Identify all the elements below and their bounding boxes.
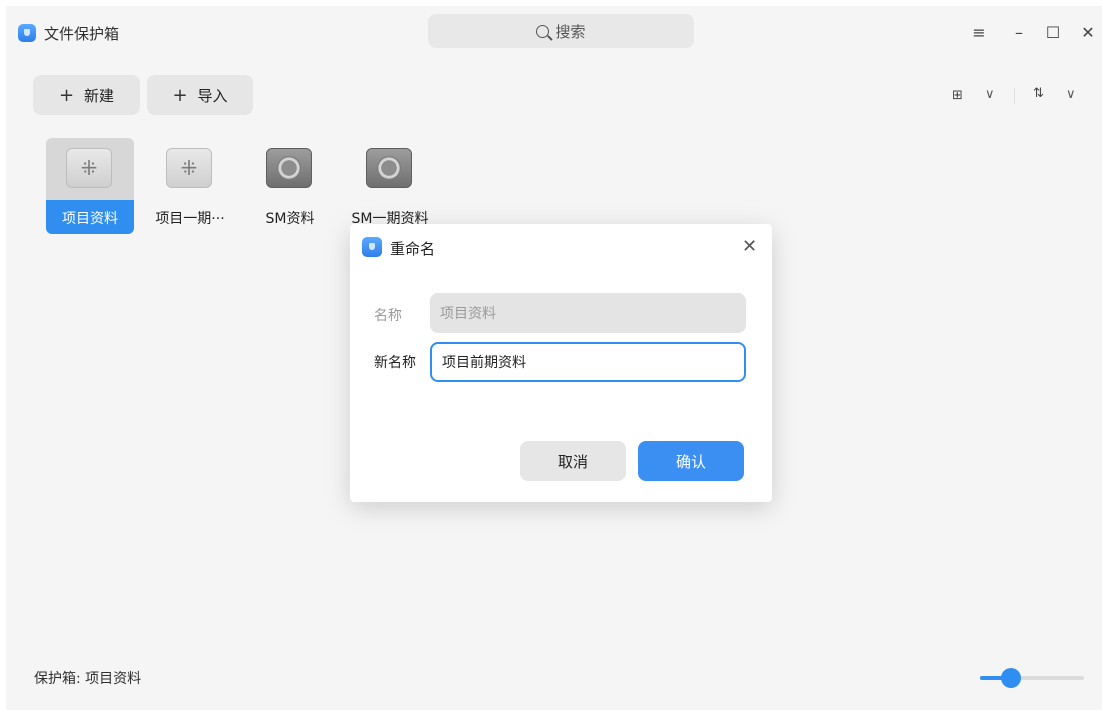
close-window-icon[interactable]: ✕	[1078, 23, 1098, 42]
import-vault-button[interactable]: + 导入	[147, 75, 253, 115]
grid-icon[interactable]: ⊞	[952, 88, 963, 103]
app-logo-icon	[362, 237, 382, 257]
status-text: 保护箱: 项目资料	[34, 671, 142, 687]
toolbar-divider	[1014, 88, 1015, 104]
search-placeholder: 搜索	[555, 22, 586, 41]
locked-vault-icon: ⁜	[166, 148, 212, 188]
safe-vault-icon	[266, 148, 312, 188]
rename-dialog: 重命名 ✕ 名称 项目资料 新名称 项目前期资料 取消 确认	[350, 224, 772, 502]
new-vault-button[interactable]: + 新建	[33, 75, 140, 115]
vault-item[interactable]: SM资料	[246, 138, 334, 234]
plus-icon: +	[58, 84, 75, 106]
vault-name: 项目资料	[62, 211, 118, 227]
menu-icon[interactable]: ≡	[969, 23, 989, 42]
new-name-value: 项目前期资料	[442, 355, 526, 371]
old-name-field: 项目资料	[430, 293, 746, 333]
plus-icon: +	[172, 84, 188, 106]
locked-vault-icon: ⁜	[66, 148, 112, 188]
search-icon	[536, 24, 550, 38]
vault-item[interactable]: ⁜ 项目一期···	[146, 138, 234, 234]
search-input[interactable]: 搜索	[428, 14, 694, 48]
sort-icon[interactable]: ⇅	[1033, 86, 1044, 101]
vault-name: SM资料	[265, 211, 315, 227]
maximize-icon[interactable]: ☐	[1043, 23, 1063, 42]
chevron-down-icon[interactable]: ∨	[985, 87, 995, 102]
cancel-button[interactable]: 取消	[520, 441, 626, 481]
dialog-title: 重命名	[390, 240, 436, 258]
confirm-button[interactable]: 确认	[638, 441, 744, 481]
title-bar: 文件保护箱 搜索 ≡ – ☐ ✕	[6, 6, 1102, 58]
vault-item[interactable]: SM一期资料	[346, 138, 434, 234]
new-vault-label: 新建	[84, 86, 115, 105]
new-name-label: 新名称	[374, 355, 416, 371]
chevron-down-icon[interactable]: ∨	[1066, 87, 1076, 102]
zoom-slider-handle[interactable]	[1001, 668, 1022, 688]
app-title: 文件保护箱	[44, 25, 120, 43]
import-vault-label: 导入	[197, 86, 228, 105]
old-name-label: 名称	[374, 308, 402, 324]
app-logo-icon	[18, 24, 36, 42]
vault-name: 项目一期···	[155, 211, 225, 227]
old-name-value: 项目资料	[440, 306, 496, 322]
safe-vault-icon	[366, 148, 412, 188]
close-icon[interactable]: ✕	[742, 236, 757, 257]
vault-item[interactable]: ⁜ 项目资料	[46, 138, 134, 234]
app-window: 文件保护箱 搜索 ≡ – ☐ ✕ + 新建 + 导入 ⊞ ∨ ⇅ ∨ ⁜ 项目资…	[6, 6, 1102, 710]
new-name-input[interactable]: 项目前期资料	[430, 342, 746, 382]
minimize-icon[interactable]: –	[1009, 23, 1029, 42]
